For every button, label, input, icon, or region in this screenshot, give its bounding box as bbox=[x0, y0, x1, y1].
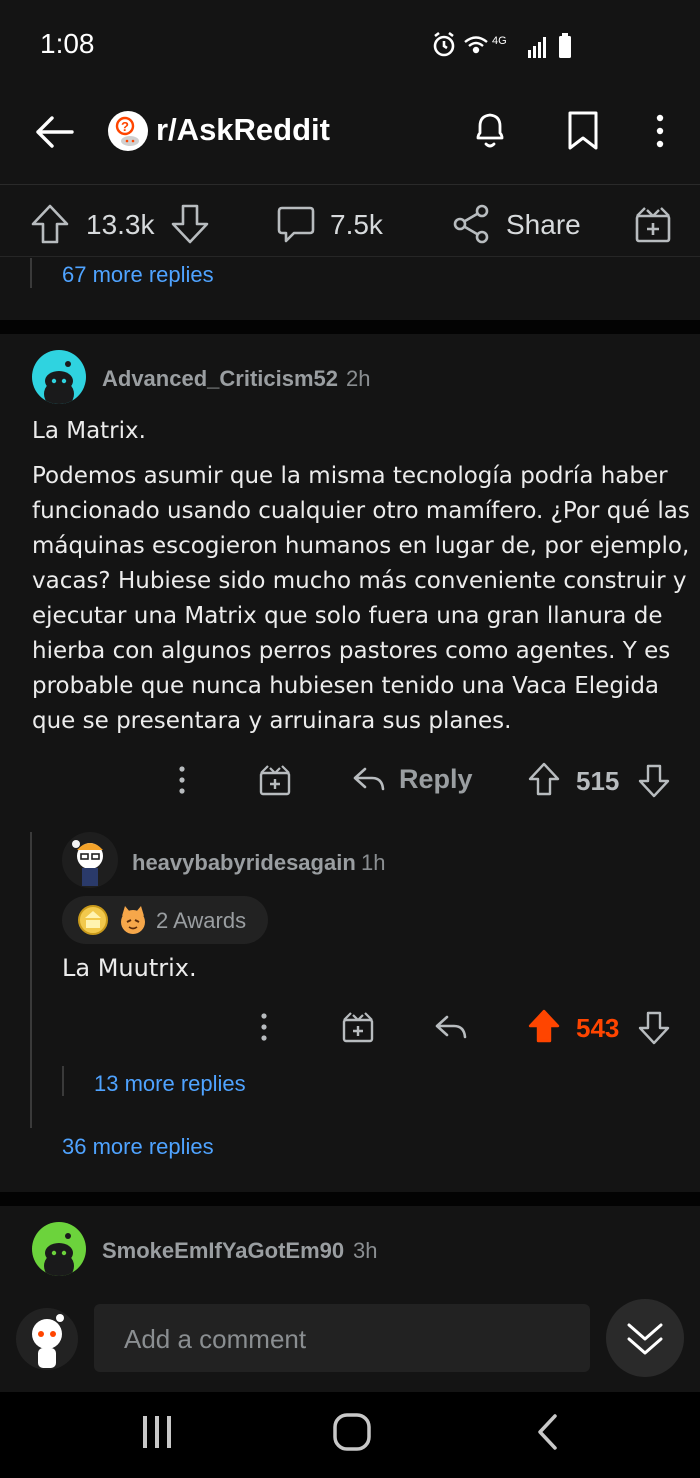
post-comment-count: 7.5k bbox=[330, 209, 383, 240]
back-button[interactable] bbox=[32, 110, 76, 154]
upvote-active-icon bbox=[528, 1009, 560, 1043]
signal-icon bbox=[528, 37, 546, 58]
back-nav-icon bbox=[538, 1414, 557, 1450]
comment-downvote-button[interactable] bbox=[638, 764, 670, 798]
comment-line: máquinas escogieron humanos en lugar de,… bbox=[32, 533, 690, 559]
comment-icon bbox=[277, 206, 315, 243]
comment-line: ejecutar una Matrix que solo fuera una g… bbox=[32, 603, 663, 629]
recent-apps-icon bbox=[143, 1416, 171, 1448]
awards-badge[interactable]: 2 Awards bbox=[62, 896, 268, 944]
comment-award-button[interactable] bbox=[258, 763, 292, 797]
subreddit-title[interactable]: r/AskReddit bbox=[156, 112, 330, 148]
reply-reply-button[interactable] bbox=[434, 1012, 468, 1042]
comment-line: Podemos asumir que la misma tecnología p… bbox=[32, 463, 668, 489]
status-time: 1:08 bbox=[40, 28, 95, 59]
post-upvote-button[interactable] bbox=[30, 203, 70, 245]
more-replies-link[interactable]: 36 more replies bbox=[62, 1134, 214, 1160]
reply-award-button[interactable] bbox=[341, 1010, 375, 1044]
comment-line: funcionado usando cualquier otro mamífer… bbox=[32, 498, 690, 524]
more-vertical-icon bbox=[261, 1013, 267, 1041]
gift-award-icon bbox=[259, 765, 291, 796]
downvote-icon bbox=[638, 764, 670, 798]
reply-username[interactable]: heavybabyridesagain bbox=[132, 850, 356, 876]
comment-separator bbox=[0, 320, 700, 334]
share-icon bbox=[453, 204, 489, 244]
post-share-button[interactable] bbox=[452, 204, 492, 244]
save-button[interactable] bbox=[566, 110, 600, 152]
comment-paragraph: La Matrix. bbox=[32, 418, 146, 444]
more-vertical-icon bbox=[179, 766, 185, 794]
avatar[interactable] bbox=[62, 832, 118, 888]
next-comment-button[interactable] bbox=[606, 1299, 684, 1377]
comment-line: hierba con algunos perros pastores como … bbox=[32, 638, 671, 664]
post-score: 13.3k bbox=[86, 209, 155, 240]
home-icon bbox=[333, 1413, 371, 1451]
avatar[interactable] bbox=[32, 350, 86, 404]
double-chevron-down-icon bbox=[627, 1323, 663, 1355]
action-bar-divider bbox=[0, 256, 700, 257]
upvote-icon bbox=[528, 762, 560, 796]
network-label: 4G bbox=[492, 35, 507, 47]
battery-icon bbox=[559, 33, 571, 58]
reply-more-button[interactable] bbox=[254, 1011, 274, 1043]
nested-thread-line bbox=[62, 1066, 64, 1096]
svg-text:?: ? bbox=[121, 119, 129, 134]
comment-username[interactable]: Advanced_Criticism52 bbox=[102, 366, 338, 392]
subreddit-avatar[interactable]: ? bbox=[108, 111, 148, 151]
reply-downvote-button[interactable] bbox=[638, 1011, 670, 1045]
awards-count: 2 Awards bbox=[156, 908, 247, 933]
more-replies-link[interactable]: 67 more replies bbox=[62, 262, 214, 288]
system-nav-bar bbox=[0, 1392, 700, 1478]
gold-award-icon bbox=[78, 905, 108, 935]
reply-body: La Muutrix. bbox=[62, 954, 197, 982]
post-award-button[interactable] bbox=[634, 204, 672, 244]
comment-more-button[interactable] bbox=[172, 764, 192, 796]
bell-icon bbox=[476, 113, 504, 148]
gift-award-icon bbox=[635, 207, 671, 243]
comment-separator bbox=[0, 1192, 700, 1206]
comment-line: probable que nunca hubiesen tenido una V… bbox=[32, 673, 660, 699]
comment-body: La Matrix. Podemos asumir que la misma t… bbox=[32, 414, 692, 739]
status-icons: 4G bbox=[432, 30, 582, 62]
gift-award-icon bbox=[342, 1012, 374, 1043]
reply-icon bbox=[435, 1015, 467, 1039]
cat-award-icon bbox=[121, 906, 145, 934]
comment-upvote-button[interactable] bbox=[528, 762, 560, 796]
post-downvote-button[interactable] bbox=[170, 203, 210, 245]
share-label[interactable]: Share bbox=[506, 209, 581, 241]
add-comment-placeholder[interactable]: Add a comment bbox=[124, 1324, 306, 1355]
reply-icon bbox=[353, 767, 385, 791]
reply-time: 1h bbox=[361, 850, 386, 875]
downvote-icon bbox=[638, 1011, 670, 1045]
avatar[interactable] bbox=[32, 1222, 86, 1276]
reply-upvote-button[interactable] bbox=[528, 1009, 560, 1043]
bookmark-icon bbox=[568, 111, 598, 150]
comment-score: 515 bbox=[576, 766, 620, 796]
thread-line bbox=[30, 258, 32, 288]
user-avatar[interactable] bbox=[16, 1308, 78, 1370]
reply-label[interactable]: Reply bbox=[399, 764, 473, 795]
reply-button[interactable] bbox=[352, 764, 386, 794]
alarm-icon bbox=[433, 31, 455, 57]
more-replies-link[interactable]: 13 more replies bbox=[94, 1071, 246, 1097]
more-vertical-icon bbox=[656, 114, 664, 148]
comment-line: que se presentara y arruinara sus planes… bbox=[32, 708, 512, 734]
comment-username[interactable]: SmokeEmIfYaGotEm90 bbox=[102, 1238, 344, 1264]
comment-line: vacas? Hubiese sido mucho más convenient… bbox=[32, 568, 687, 594]
downvote-icon bbox=[171, 204, 209, 244]
comment-time: 3h bbox=[353, 1238, 378, 1263]
thread-line bbox=[30, 832, 32, 1128]
post-comments-button[interactable] bbox=[276, 204, 316, 246]
notifications-button[interactable] bbox=[470, 108, 510, 152]
header-divider bbox=[0, 184, 700, 185]
more-options-button[interactable] bbox=[650, 112, 670, 152]
wifi-icon bbox=[464, 36, 488, 54]
upvote-icon bbox=[31, 204, 69, 244]
comment-time: 2h bbox=[346, 366, 371, 391]
reply-score: 543 bbox=[576, 1013, 620, 1043]
arrow-left-icon bbox=[36, 116, 74, 148]
